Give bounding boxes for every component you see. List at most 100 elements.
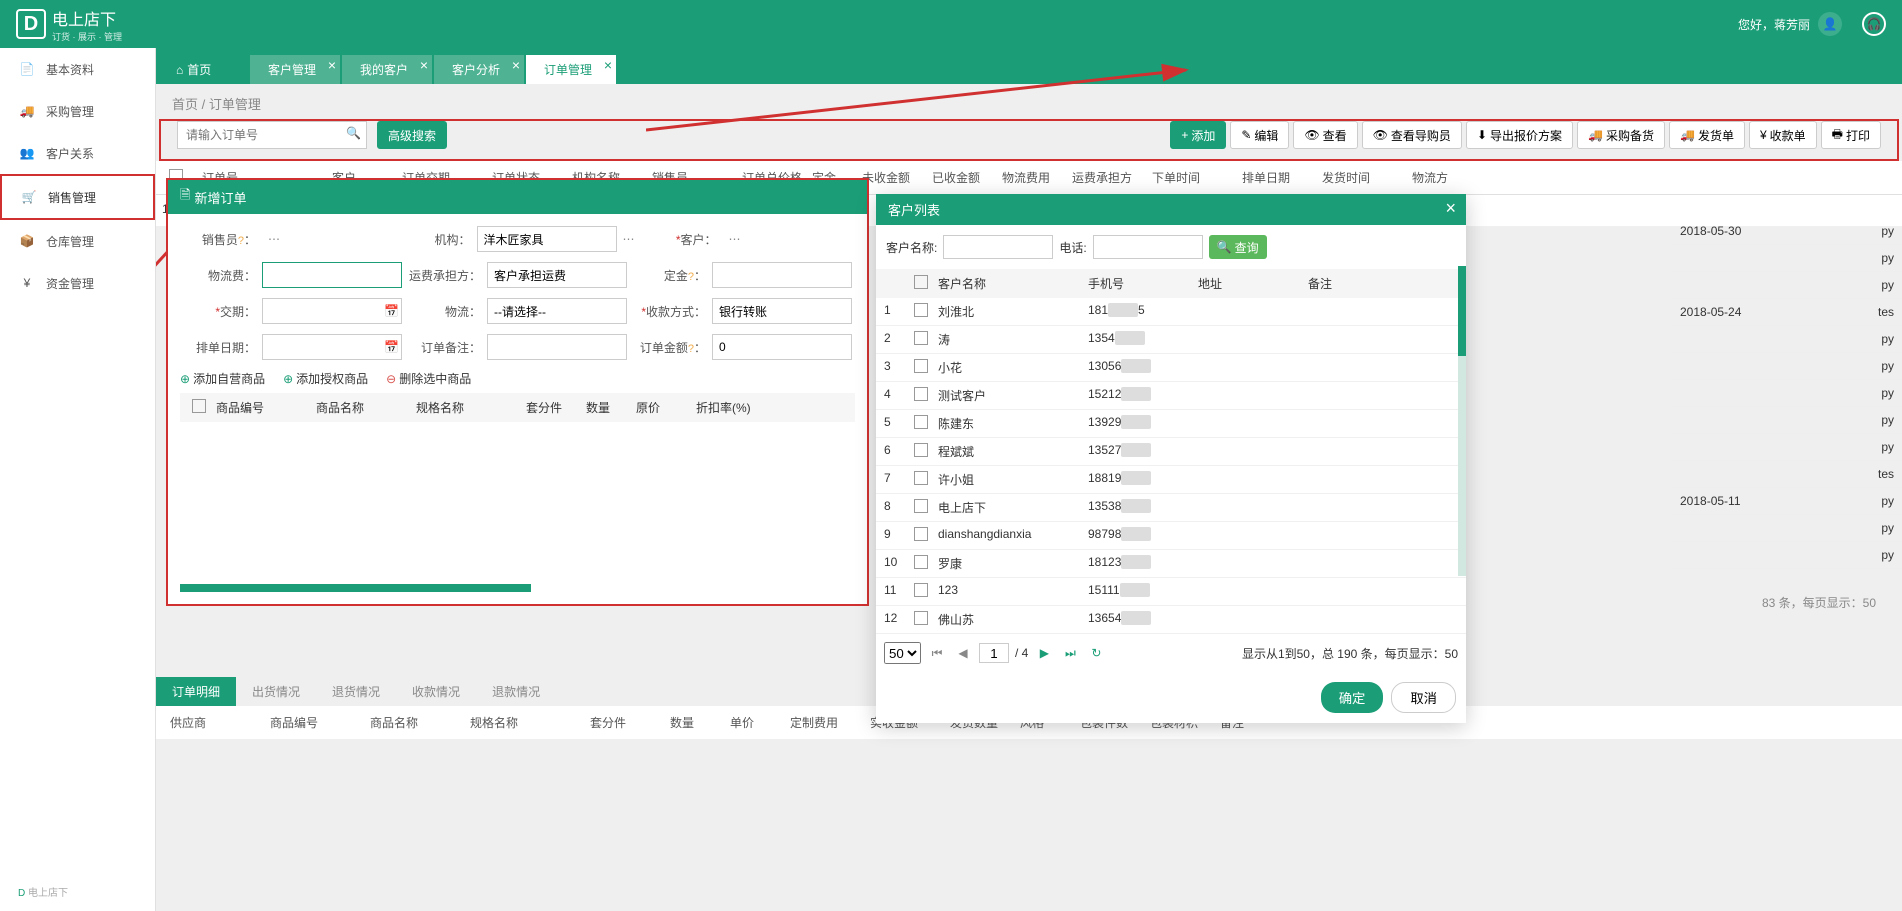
page-size-select[interactable]: 50 [884,642,921,664]
cust-row[interactable]: 1刘淮北181xxxxx5 [876,298,1466,326]
cust-row[interactable]: 6程斌斌13527xxxxx [876,438,1466,466]
cust-row[interactable]: 10罗康18123xxxxx [876,550,1466,578]
subtab-refund[interactable]: 退款情况 [476,677,556,706]
product-head: 商品编号 商品名称 规格名称 套分件 数量 原价 折扣率(%) [180,393,855,422]
bg-rows: 2018-05-30py py py 2018-05-24tes py py p… [1672,218,1902,569]
checkbox[interactable] [914,275,928,289]
close-icon[interactable]: × [1445,198,1456,219]
main: ⌂首页 客户管理× 我的客户× 客户分析× 订单管理× 首页 / 订单管理 🔍 … [156,48,1902,911]
page-input[interactable] [979,643,1009,663]
checkbox[interactable] [914,303,928,317]
view-buyer-button[interactable]: 👁查看导购员 [1362,121,1462,149]
tab-customer-analysis[interactable]: 客户分析× [434,55,524,84]
tab-home[interactable]: ⌂首页 [158,55,248,84]
breadcrumb-home[interactable]: 首页 [172,97,198,112]
add-button[interactable]: +添加 [1170,121,1226,149]
close-icon[interactable]: × [328,57,336,73]
sidebar-item-purchase[interactable]: 🚚采购管理 [0,90,155,132]
dialog-header[interactable]: 客户列表 × [876,194,1466,225]
user-icon[interactable]: 👤 [1818,12,1842,36]
search-icon[interactable]: 🔍 [346,126,361,140]
dots-icon[interactable]: ⋯ [262,232,286,246]
org-input[interactable] [477,226,617,252]
scrollbar[interactable] [1458,266,1466,576]
view-button[interactable]: 👁查看 [1293,121,1357,149]
close-icon[interactable]: × [512,57,520,73]
logistics-select[interactable] [487,298,627,324]
sidebar-item-basic[interactable]: 📄基本资料 [0,48,155,90]
checkbox[interactable] [914,415,928,429]
yen-icon: ¥ [1760,128,1767,142]
search-input[interactable] [177,121,367,149]
checkbox[interactable] [914,471,928,485]
scrollbar[interactable] [180,584,531,592]
checkbox[interactable] [914,583,928,597]
receipt-button[interactable]: ¥收款单 [1749,121,1817,149]
close-icon[interactable]: × [420,57,428,73]
deposit-input[interactable] [712,262,852,288]
cust-row[interactable]: 4测试客户15212xxxxx [876,382,1466,410]
sidebar-item-customer[interactable]: 👥客户关系 [0,132,155,174]
amount-input[interactable] [712,334,852,360]
subtab-detail[interactable]: 订单明细 [156,677,236,706]
cust-row[interactable]: 1112315111xxxxx [876,578,1466,606]
dots-icon[interactable]: ⋯ [617,232,641,246]
edit-button[interactable]: ✎编辑 [1230,121,1289,149]
ship-fee-input[interactable] [262,262,402,288]
subtab-return[interactable]: 退货情况 [316,677,396,706]
cust-row[interactable]: 8电上店下13538xxxxx [876,494,1466,522]
tab-customer-mgmt[interactable]: 客户管理× [250,55,340,84]
next-page-icon[interactable]: ▶ [1034,643,1054,663]
print-button[interactable]: 🖶打印 [1821,121,1881,149]
pay-method-select[interactable] [712,298,852,324]
tab-order-mgmt[interactable]: 订单管理× [526,55,616,84]
note-input[interactable] [487,334,627,360]
close-icon[interactable]: × [604,57,612,73]
sidebar-item-finance[interactable]: ¥资金管理 [0,262,155,304]
new-order-dialog: 🗎新增订单 销售员?：⋯ 机构：⋯ *客户：⋯ 物流费： 运费承担方： 定金?：… [166,178,869,606]
schedule-date-input[interactable] [262,334,402,360]
checkbox[interactable] [914,331,928,345]
dialog-header[interactable]: 🗎新增订单 [168,180,867,214]
checkbox[interactable] [914,527,928,541]
cust-row[interactable]: 7许小姐18819xxxxx [876,466,1466,494]
due-date-input[interactable] [262,298,402,324]
prev-page-icon[interactable]: ◀ [953,643,973,663]
sidebar-item-sales[interactable]: 🛒销售管理 [0,174,155,220]
delete-selected[interactable]: ⊖删除选中商品 [386,370,471,387]
cust-phone-input[interactable] [1093,235,1203,259]
payer-select[interactable] [487,262,627,288]
subtab-pay[interactable]: 收款情况 [396,677,476,706]
first-page-icon[interactable]: ⏮ [927,643,947,663]
cust-row[interactable]: 3小花13056xxxxx [876,354,1466,382]
cust-row[interactable]: 9dianshangdianxia98798xxxxx [876,522,1466,550]
checkbox[interactable] [914,499,928,513]
checkbox[interactable] [914,443,928,457]
checkbox[interactable] [914,555,928,569]
export-quote-button[interactable]: ⬇导出报价方案 [1466,121,1573,149]
cancel-button[interactable]: 取消 [1391,682,1456,713]
refresh-icon[interactable]: ↻ [1086,643,1106,663]
add-auth-product[interactable]: ⊕添加授权商品 [283,370,368,387]
procure-button[interactable]: 🚚采购备货 [1577,121,1665,149]
user-area[interactable]: 您好，蒋芳丽 👤 🎧 [1738,12,1886,36]
ship-doc-button[interactable]: 🚚发货单 [1669,121,1745,149]
checkbox[interactable] [192,399,206,413]
cust-row[interactable]: 5陈建东13929xxxxx [876,410,1466,438]
cust-row[interactable]: 12佛山苏13654xxxxx [876,606,1466,634]
cust-row[interactable]: 2涛1354xxxxx [876,326,1466,354]
checkbox[interactable] [914,611,928,625]
tab-my-customers[interactable]: 我的客户× [342,55,432,84]
checkbox[interactable] [914,359,928,373]
subtab-out[interactable]: 出货情况 [236,677,316,706]
advanced-search-button[interactable]: 高级搜索 [377,121,447,149]
checkbox[interactable] [914,387,928,401]
search-button[interactable]: 🔍查询 [1209,235,1267,259]
cust-name-input[interactable] [943,235,1053,259]
dots-icon[interactable]: ⋯ [723,232,747,246]
last-page-icon[interactable]: ⏭ [1060,643,1080,663]
sidebar-item-warehouse[interactable]: 📦仓库管理 [0,220,155,262]
add-self-product[interactable]: ⊕添加自营商品 [180,370,265,387]
ok-button[interactable]: 确定 [1321,682,1384,713]
help-icon[interactable]: 🎧 [1862,12,1886,36]
